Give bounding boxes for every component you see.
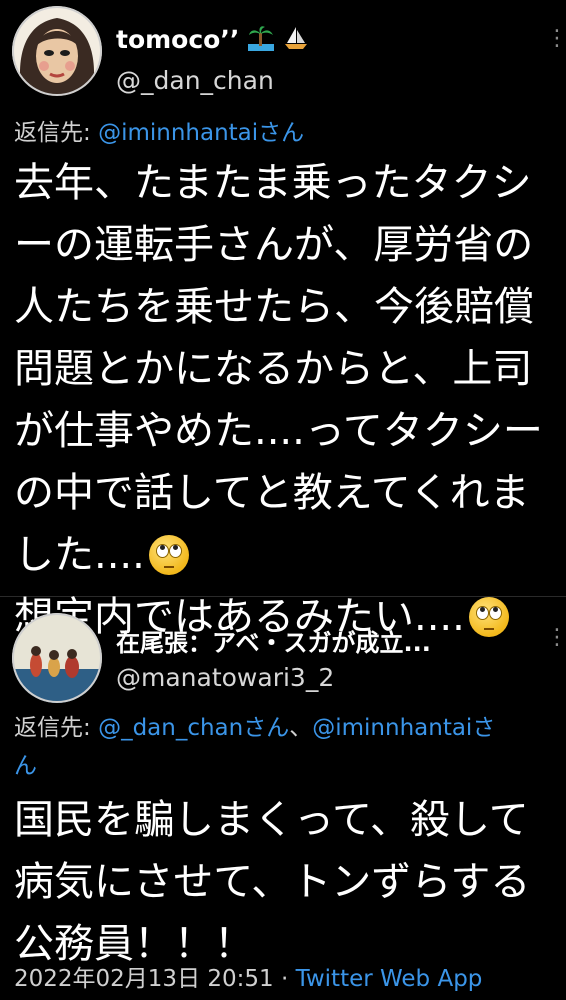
source-app-link[interactable]: Twitter Web App xyxy=(296,966,483,992)
avatar[interactable] xyxy=(12,6,102,96)
display-name[interactable]: 在尾張：アベ・スガが成立... xyxy=(116,623,431,658)
tweet-text: 国民を騙しまくって、殺して 病気にさせて、トンずらする 公務員！！！ xyxy=(14,789,530,975)
tweet-2: 在尾張：アベ・スガが成立... @manatowari3_2 ⋮ 返信先: @_… xyxy=(0,597,566,1000)
tweet-metadata: 2022年02月13日 20:51 · Twitter Web App xyxy=(14,959,482,993)
tweet-text-line: した.... xyxy=(14,532,145,578)
display-name-text: tomocoʼʼ xyxy=(116,25,240,54)
meta-separator: · xyxy=(273,966,296,992)
tweet-text-line: 去年、たまたま乗ったタクシ xyxy=(14,160,532,206)
rolling-eyes-emoji-icon xyxy=(148,535,189,575)
palm-tree-icon xyxy=(248,26,275,51)
reply-context: 返信先: @iminnhantaiさん xyxy=(14,114,304,152)
reply-mention-link[interactable]: @iminnhantaiさん xyxy=(98,120,304,146)
tweet-text-line: 人たちを乗せたら、今後賠償 xyxy=(14,284,534,330)
tweet-text-line: が仕事やめた....ってタクシー xyxy=(14,408,543,454)
timestamp-link[interactable]: 2022年02月13日 20:51 xyxy=(14,966,274,992)
reply-label: 返信先: xyxy=(14,715,91,741)
reply-mention-link[interactable]: @iminnhantaiさ xyxy=(312,715,495,741)
handle[interactable]: @_dan_chan xyxy=(116,66,274,95)
handle[interactable]: @manatowari3_2 xyxy=(116,663,334,692)
tweet-text-line: 問題とかになるからと、上司 xyxy=(14,346,533,392)
more-vertical-icon[interactable]: ⋮ xyxy=(546,627,566,649)
avatar-illustration xyxy=(12,6,102,96)
tweet-1: tomocoʼʼ @_dan_chan ⋮ 返信先: @iminnhantaiさ… xyxy=(0,0,566,640)
tweet-text-line: 国民を騙しまくって、殺して xyxy=(14,797,529,843)
tweet-text-line: ーの運転手さんが、厚労省の xyxy=(14,222,534,268)
sailboat-icon xyxy=(284,27,307,49)
more-vertical-icon[interactable]: ⋮ xyxy=(546,28,566,50)
tweet-text-line: の中で話してと教えてくれま xyxy=(14,470,530,516)
reply-mention-link-cont[interactable]: ん xyxy=(14,753,37,779)
avatar-photo xyxy=(12,613,102,703)
reply-mention-link[interactable]: @_dan_chanさん xyxy=(98,715,289,741)
tweet-text-line-with-emoji: した.... xyxy=(14,524,543,586)
tweet-text-line: 病気にさせて、トンずらする xyxy=(14,859,531,905)
tweet-text: 去年、たまたま乗ったタクシ ーの運転手さんが、厚労省の 人たちを乗せたら、今後賠… xyxy=(14,152,543,648)
display-name[interactable]: tomocoʼʼ xyxy=(116,25,309,54)
avatar[interactable] xyxy=(12,613,102,703)
reply-separator: 、 xyxy=(289,715,313,741)
reply-label: 返信先: xyxy=(14,120,91,146)
reply-context: 返信先: @_dan_chanさん、@iminnhantaiさ ん xyxy=(14,709,554,785)
